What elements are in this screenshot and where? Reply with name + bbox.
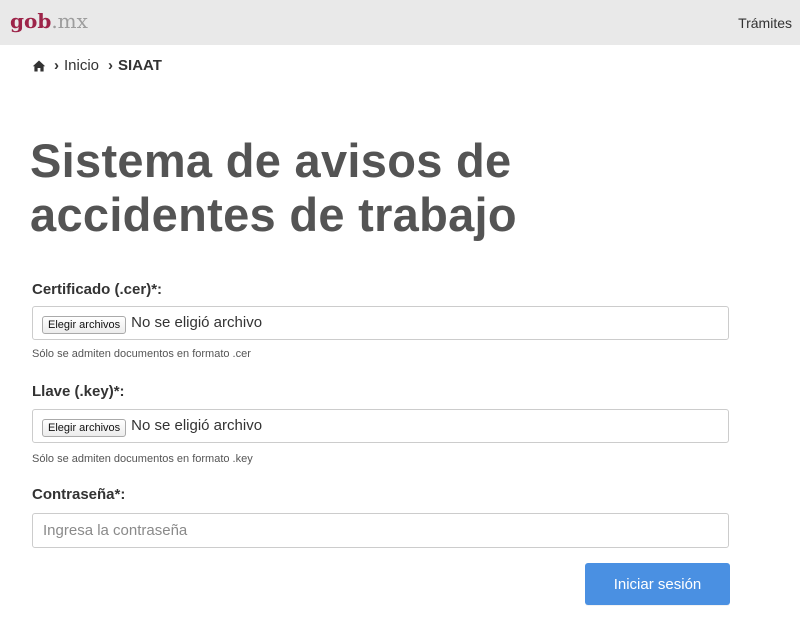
key-choose-file-button[interactable]: Elegir archivos (42, 419, 127, 437)
page-title: Sistema de avisos de accidentes de traba… (30, 134, 517, 241)
breadcrumb-separator-icon: › (54, 57, 59, 74)
password-field[interactable] (32, 513, 729, 548)
key-file-status: No se eligió archivo (131, 417, 263, 434)
certificate-label: Certificado (.cer)*: (32, 281, 163, 298)
key-help-text: Sólo se admiten documentos en formato .k… (32, 453, 253, 465)
key-label: Llave (.key)*: (32, 383, 125, 400)
breadcrumb-item-inicio[interactable]: Inicio (64, 56, 99, 76)
top-navbar: gob.mx Trámites (0, 0, 800, 45)
logo-mx-text: .mx (51, 9, 88, 33)
certificate-choose-file-button[interactable]: Elegir archivos (42, 316, 127, 334)
certificate-file-status: No se eligió archivo (131, 314, 263, 331)
certificate-file-input[interactable]: Elegir archivos No se eligió archivo (32, 306, 729, 340)
logo-gob-text: gob (10, 9, 52, 33)
home-icon[interactable] (32, 59, 46, 73)
breadcrumb: › Inicio › SIAAT (32, 56, 162, 76)
certificate-help-text: Sólo se admiten documentos en formato .c… (32, 348, 251, 360)
password-label: Contraseña*: (32, 486, 126, 503)
breadcrumb-item-siaat: SIAAT (118, 57, 162, 74)
key-file-input[interactable]: Elegir archivos No se eligió archivo (32, 409, 729, 443)
nav-link-tramites[interactable]: Trámites (738, 14, 792, 32)
login-button[interactable]: Iniciar sesión (585, 563, 730, 605)
gobmx-logo[interactable]: gob.mx (10, 9, 88, 33)
breadcrumb-separator-icon: › (108, 57, 114, 74)
